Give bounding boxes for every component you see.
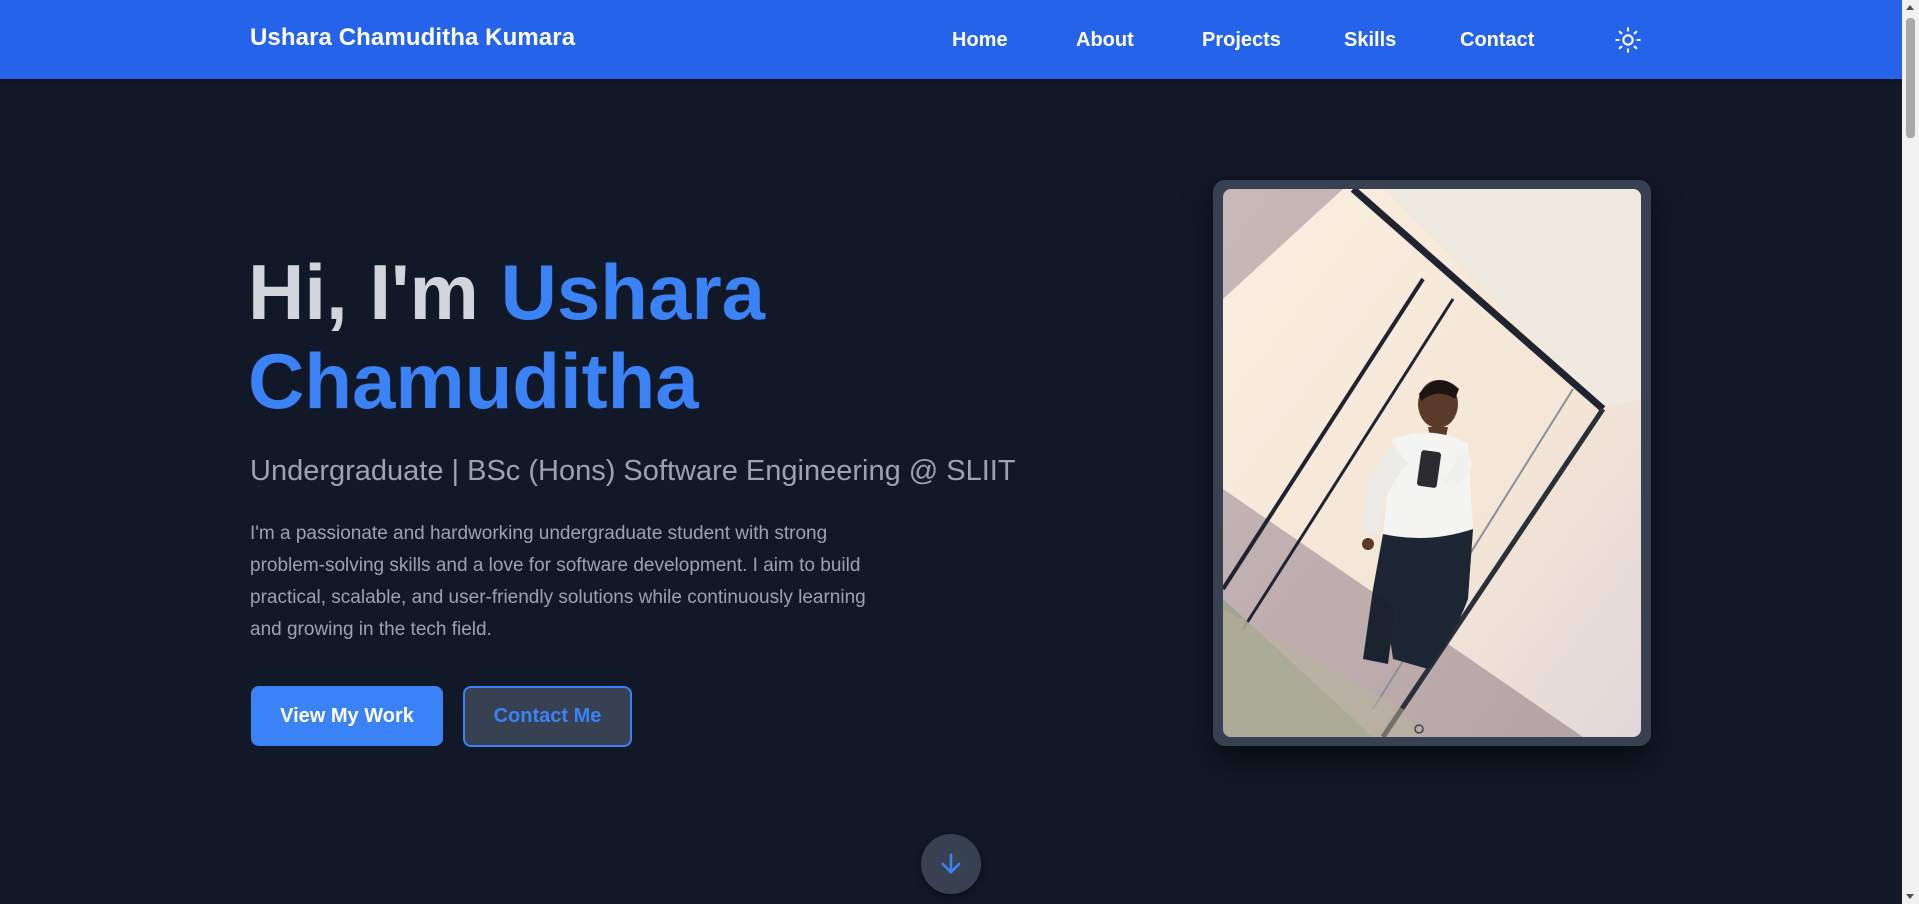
page-scrollbar[interactable] xyxy=(1902,0,1919,904)
site-brand[interactable]: Ushara Chamuditha Kumara xyxy=(250,24,575,52)
nav-link-projects[interactable]: Projects xyxy=(1202,29,1281,52)
hero-greeting: Hi, I'm xyxy=(248,248,501,336)
hero-bio: I'm a passionate and hardworking undergr… xyxy=(250,523,866,640)
nav-link-contact[interactable]: Contact xyxy=(1460,29,1534,52)
navbar: Ushara Chamuditha Kumara Home About Proj… xyxy=(0,0,1902,79)
view-my-work-button[interactable]: View My Work xyxy=(251,686,443,746)
nav-link-skills[interactable]: Skills xyxy=(1344,29,1396,52)
scrollbar-thumb[interactable] xyxy=(1906,18,1915,138)
hero-name-last: Chamuditha xyxy=(248,337,699,425)
hero-name-first: Ushara xyxy=(500,248,766,336)
arrow-down-icon xyxy=(941,853,961,874)
contact-me-button[interactable]: Contact Me xyxy=(463,686,632,747)
hero-heading: Hi, I'm Ushara Chamuditha xyxy=(248,248,948,426)
nav-link-home[interactable]: Home xyxy=(952,29,1008,52)
scroll-up-arrow-icon[interactable] xyxy=(1906,5,1914,10)
scroll-down-arrow-icon[interactable] xyxy=(1906,894,1914,899)
nav-link-about[interactable]: About xyxy=(1076,29,1134,52)
sun-icon xyxy=(1615,27,1641,53)
theme-toggle-button[interactable] xyxy=(1614,26,1642,54)
scroll-down-button[interactable] xyxy=(921,834,981,894)
hero-subtitle: Undergraduate | BSc (Hons) Software Engi… xyxy=(250,455,1016,487)
profile-photo-frame xyxy=(1213,180,1651,746)
profile-photo-illustration xyxy=(1223,189,1641,737)
profile-photo xyxy=(1223,189,1641,737)
